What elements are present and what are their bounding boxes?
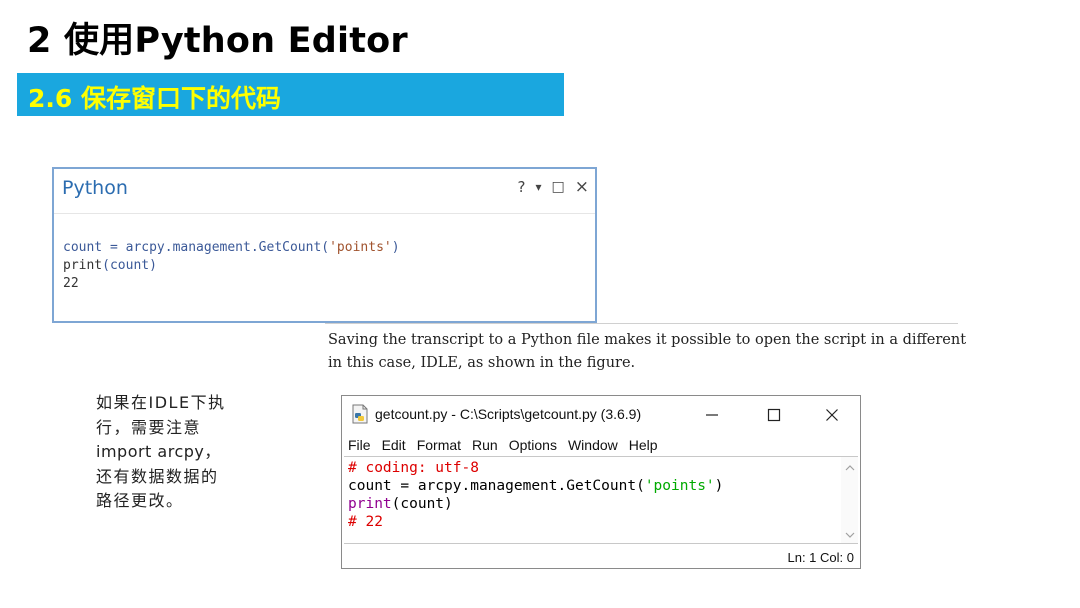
menu-options[interactable]: Options (509, 437, 562, 453)
note-line: 路径更改。 (96, 491, 184, 510)
idle-menubar: File Edit Format Run Options Window Help (348, 437, 669, 453)
menu-run[interactable]: Run (472, 437, 503, 453)
slide-title: 2 使用Python Editor (27, 21, 408, 61)
note-line: 还有数据数据的 (96, 466, 219, 486)
editor-text: # coding: utf-8 count = arcpy.management.… (348, 459, 723, 531)
caption-divider (325, 323, 958, 324)
status-bar: Ln: 1 Col: 0 (787, 550, 855, 565)
minimize-icon (706, 414, 718, 416)
caption-line: in this case, IDLE, as shown in the figu… (328, 355, 636, 371)
section-title: 2.6 保存窗口下的代码 (28, 84, 281, 113)
idle-titlebar[interactable]: getcount.py - C:\Scripts\getcount.py (3.… (342, 396, 860, 434)
maximize-button[interactable] (756, 402, 792, 428)
vertical-scrollbar[interactable] (841, 457, 858, 543)
scroll-down-icon[interactable] (841, 526, 858, 543)
code-line: # 22 (348, 514, 383, 530)
python-file-icon (352, 404, 368, 424)
close-icon (826, 409, 838, 421)
code-line: # coding: utf-8 (348, 460, 479, 476)
close-button[interactable] (814, 402, 850, 428)
minimize-button[interactable] (694, 402, 730, 428)
restore-icon[interactable]: □ (552, 179, 565, 195)
menu-file[interactable]: File (348, 437, 376, 453)
note-line: 行，需要注意 (96, 417, 202, 437)
scroll-up-icon[interactable] (841, 459, 858, 476)
idle-window-title: getcount.py - C:\Scripts\getcount.py (3.… (375, 406, 642, 422)
pane-controls: ? ▾ □ × (518, 177, 589, 197)
python-transcript[interactable]: count = arcpy.management.GetCount('point… (63, 239, 400, 293)
caption-line: Saving the transcript to a Python file m… (328, 332, 968, 348)
code-line: print(count) (63, 258, 157, 273)
note-line: import arcpy， (96, 442, 221, 461)
idle-window: getcount.py - C:\Scripts\getcount.py (3.… (341, 395, 861, 569)
menu-edit[interactable]: Edit (382, 437, 411, 453)
note-line: 如果在IDLE下执 (96, 393, 226, 412)
book-caption: Saving the transcript to a Python file m… (328, 329, 968, 375)
output-line: 22 (63, 276, 79, 291)
idle-editor[interactable]: # coding: utf-8 count = arcpy.management.… (344, 456, 858, 544)
code-line: print(count) (348, 496, 453, 512)
chevron-down-icon[interactable]: ▾ (535, 180, 541, 194)
close-icon[interactable]: × (575, 177, 589, 197)
section-header-bar: 2.6 保存窗口下的代码 (17, 73, 564, 116)
pane-divider (54, 213, 595, 214)
python-pane: Python ? ▾ □ × count = arcpy.management.… (52, 167, 597, 323)
chinese-note: 如果在IDLE下执 行，需要注意 import arcpy， 还有数据数据的 路… (96, 391, 256, 514)
code-line: count = arcpy.management.GetCount('point… (63, 240, 400, 255)
help-icon[interactable]: ? (518, 178, 526, 196)
menu-window[interactable]: Window (568, 437, 623, 453)
menu-format[interactable]: Format (417, 437, 466, 453)
code-line: count = arcpy.management.GetCount('point… (348, 478, 724, 494)
python-pane-title: Python (62, 177, 128, 199)
maximize-icon (767, 408, 781, 422)
menu-help[interactable]: Help (629, 437, 663, 453)
